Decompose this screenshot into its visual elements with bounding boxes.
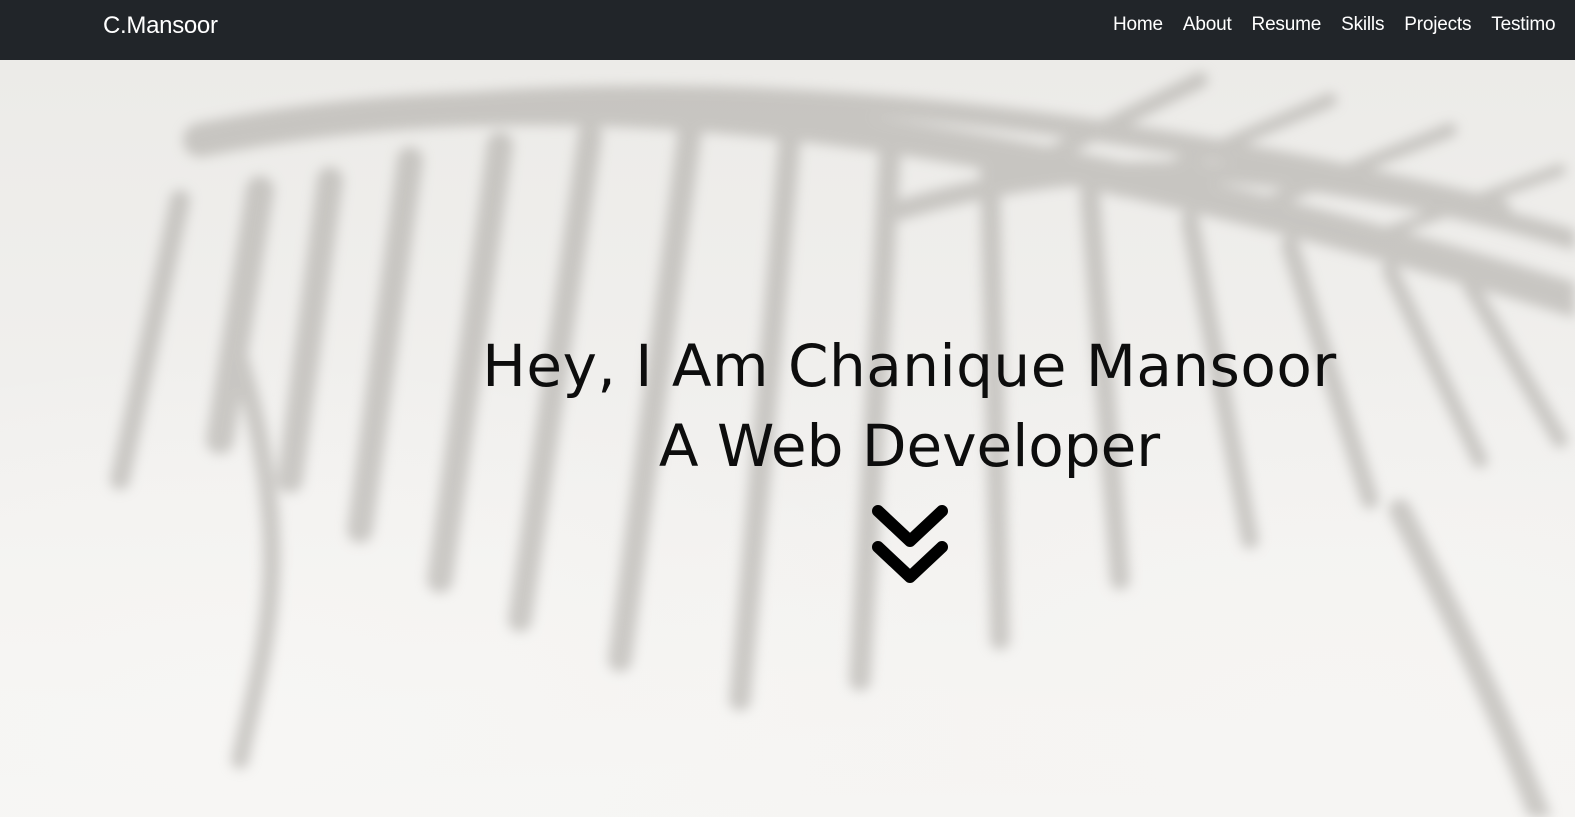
nav-link-home[interactable]: Home [1113,14,1163,36]
nav-links: Home About Resume Skills Projects Testim… [1113,14,1575,36]
double-chevron-down-icon[interactable] [868,501,952,587]
top-navbar: C.Mansoor Home About Resume Skills Proje… [0,0,1575,60]
nav-link-testimonials[interactable]: Testimo [1491,14,1555,36]
nav-link-about[interactable]: About [1183,14,1232,36]
nav-link-skills[interactable]: Skills [1341,14,1384,36]
nav-link-resume[interactable]: Resume [1252,14,1322,36]
nav-link-projects[interactable]: Projects [1404,14,1471,36]
hero-heading-line1: Hey, I Am Chanique Mansoor [482,332,1337,400]
brand-logo[interactable]: C.Mansoor [103,12,218,40]
hero-section: Hey, I Am Chanique Mansoor A Web Develop… [0,60,1575,817]
hero-heading-line2: A Web Developer [658,412,1161,480]
